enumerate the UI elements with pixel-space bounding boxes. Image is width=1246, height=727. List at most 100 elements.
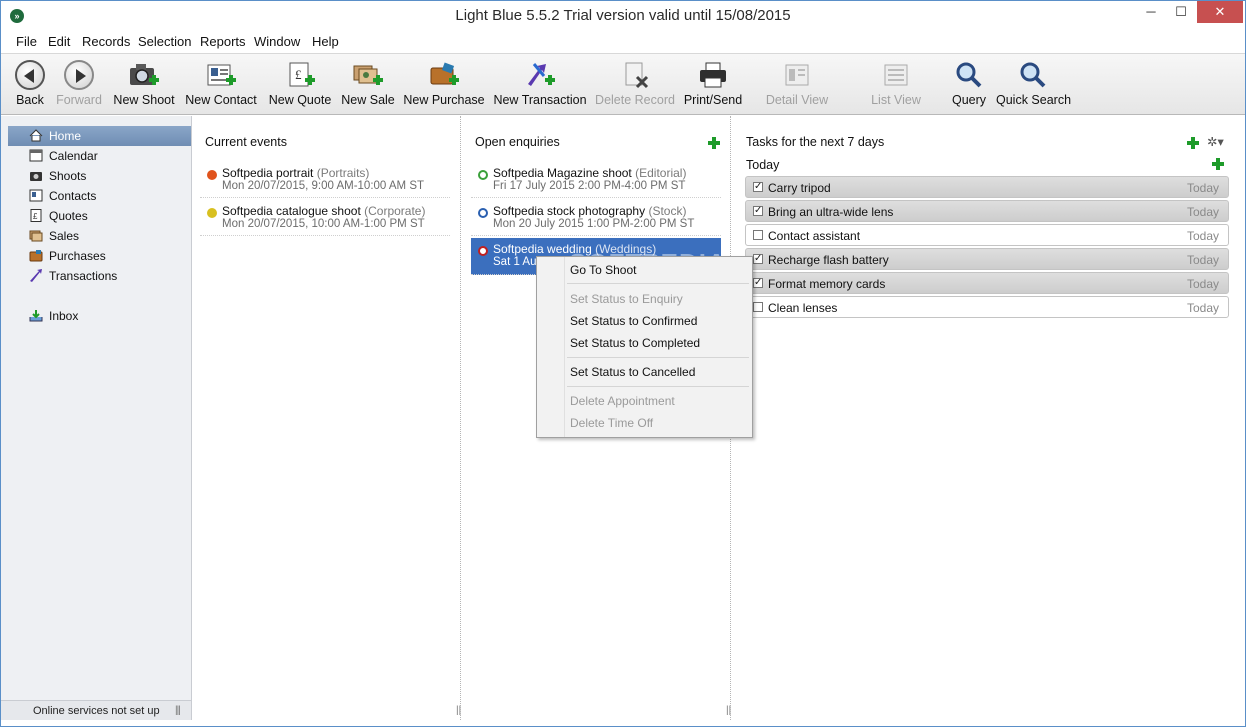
minimize-button[interactable]: ─ <box>1137 1 1165 23</box>
query-label: Query <box>951 93 987 107</box>
current-events-title: Current events <box>205 135 287 149</box>
menu-set-status-cancelled[interactable]: Set Status to Cancelled <box>570 365 695 379</box>
detail-view-button[interactable]: Detail View <box>762 54 832 114</box>
sidebar-item-transactions[interactable]: Transactions <box>8 266 191 286</box>
new-sale-button[interactable]: New Sale <box>341 54 395 114</box>
enquiry-title: Softpedia Magazine shoot (Editorial) <box>493 166 687 180</box>
list-item[interactable]: Softpedia Magazine shoot (Editorial) Fri… <box>471 162 721 198</box>
list-item[interactable]: Softpedia stock photography (Stock) Mon … <box>471 200 721 236</box>
sidebar-item-inbox[interactable]: Inbox <box>8 306 191 326</box>
forward-arrow-icon <box>63 60 95 90</box>
task-row[interactable]: ✓ Carry tripod Today <box>745 176 1229 198</box>
list-item[interactable]: Softpedia catalogue shoot (Corporate) Mo… <box>200 200 450 236</box>
list-view-icon <box>884 64 908 86</box>
menu-separator <box>567 386 749 387</box>
task-label: Carry tripod <box>768 181 831 195</box>
menu-edit[interactable]: Edit <box>48 34 70 49</box>
status-dot-icon <box>207 170 217 180</box>
add-today-task-icon[interactable] <box>1212 158 1224 170</box>
sidebar-item-home[interactable]: Home <box>8 126 191 146</box>
menu-set-status-confirmed[interactable]: Set Status to Confirmed <box>570 314 697 328</box>
sidebar-label-shoots: Shoots <box>49 169 87 183</box>
sidebar-item-shoots[interactable]: Shoots <box>8 166 191 186</box>
back-arrow-icon <box>14 60 46 90</box>
menu-reports[interactable]: Reports <box>200 34 246 49</box>
settings-gear-icon[interactable]: ✲▾ <box>1207 134 1224 149</box>
menu-records[interactable]: Records <box>82 34 130 49</box>
list-item[interactable]: Softpedia portrait (Portraits) Mon 20/07… <box>200 162 450 198</box>
task-date: Today <box>1186 229 1219 243</box>
task-checkbox[interactable]: ✓ <box>753 182 763 192</box>
delete-record-button[interactable]: Delete Record <box>595 54 675 114</box>
current-events-pane: Current events Softpedia portrait (Portr… <box>193 116 464 720</box>
toolbar: Back Forward New Shoot New Contact £ New… <box>1 53 1245 115</box>
sidebar-item-contacts[interactable]: Contacts <box>8 186 191 206</box>
event-time: Mon 20/07/2015, 10:00 AM-1:00 PM ST <box>222 218 425 230</box>
sidebar-label-inbox: Inbox <box>49 309 79 323</box>
menu-set-status-completed[interactable]: Set Status to Completed <box>570 336 700 350</box>
quick-search-button[interactable]: Quick Search <box>996 54 1071 114</box>
sidebar-item-calendar[interactable]: Calendar <box>8 146 191 166</box>
menu-delete-appointment[interactable]: Delete Appointment <box>570 394 675 408</box>
menu-set-status-enquiry[interactable]: Set Status to Enquiry <box>570 292 683 306</box>
status-footer: Online services not set up ||| <box>1 700 192 720</box>
menu-selection[interactable]: Selection <box>138 34 191 49</box>
menu-file[interactable]: File <box>16 34 37 49</box>
new-shoot-button[interactable]: New Shoot <box>112 54 176 114</box>
list-view-button[interactable]: List View <box>865 54 927 114</box>
menu-window[interactable]: Window <box>254 34 300 49</box>
new-purchase-button[interactable]: New Purchase <box>403 54 485 114</box>
task-date: Today <box>1186 181 1219 195</box>
new-contact-button[interactable]: New Contact <box>184 54 258 114</box>
add-task-icon[interactable] <box>1187 137 1199 149</box>
detail-view-icon <box>785 64 809 86</box>
new-transaction-button[interactable]: New Transaction <box>493 54 587 114</box>
resize-grip-icon[interactable]: ||| <box>175 705 181 716</box>
task-row[interactable]: ✓ Recharge flash battery Today <box>745 248 1229 270</box>
enquiry-time: Mon 20 July 2015 1:00 PM-2:00 PM ST <box>493 218 695 230</box>
sidebar-item-quotes[interactable]: £ Quotes <box>8 206 191 226</box>
event-title: Softpedia catalogue shoot (Corporate) <box>222 204 426 218</box>
add-enquiry-icon[interactable] <box>708 137 720 149</box>
task-row[interactable]: ✓ Bring an ultra-wide lens Today <box>745 200 1229 222</box>
detail-view-label: Detail View <box>765 93 829 107</box>
task-checkbox[interactable]: ✓ <box>753 206 763 216</box>
task-label: Bring an ultra-wide lens <box>768 205 894 219</box>
task-row[interactable]: ✓ Format memory cards Today <box>745 272 1229 294</box>
back-button[interactable]: Back <box>10 54 50 114</box>
maximize-button[interactable]: ☐ <box>1167 1 1195 23</box>
menu-go-to-shoot[interactable]: Go To Shoot <box>570 263 637 277</box>
print-send-button[interactable]: Print/Send <box>682 54 744 114</box>
magnifier-icon <box>956 62 982 88</box>
sidebar-item-sales[interactable]: Sales <box>8 226 191 246</box>
purchase-wallet-icon <box>430 62 459 85</box>
svg-text:£: £ <box>295 67 302 82</box>
context-menu: Go To Shoot Set Status to Enquiry Set St… <box>536 256 753 438</box>
tasks-title: Tasks for the next 7 days <box>746 135 885 149</box>
task-checkbox[interactable]: ✓ <box>753 254 763 264</box>
list-view-label: List View <box>871 93 921 107</box>
task-label: Clean lenses <box>768 301 838 315</box>
menu-delete-time-off[interactable]: Delete Time Off <box>570 416 653 430</box>
sidebar-label-quotes: Quotes <box>49 209 88 223</box>
task-row[interactable]: Clean lenses Today <box>745 296 1229 318</box>
task-label: Recharge flash battery <box>768 253 889 267</box>
contact-card-icon <box>29 189 43 202</box>
task-checkbox[interactable] <box>753 302 763 312</box>
forward-button[interactable]: Forward <box>56 54 102 114</box>
tasks-group-today: Today <box>746 158 780 172</box>
menu-help[interactable]: Help <box>312 34 339 49</box>
delete-record-label: Delete Record <box>595 93 675 107</box>
close-button[interactable]: ✕ <box>1197 1 1243 23</box>
task-row[interactable]: Contact assistant Today <box>745 224 1229 246</box>
status-ring-icon <box>478 208 488 218</box>
transaction-icon <box>30 269 42 282</box>
menu-separator <box>567 283 749 284</box>
task-checkbox[interactable] <box>753 230 763 240</box>
task-checkbox[interactable]: ✓ <box>753 278 763 288</box>
new-quote-button[interactable]: £ New Quote <box>267 54 333 114</box>
sidebar-label-home: Home <box>49 129 82 143</box>
query-button[interactable]: Query <box>947 54 991 114</box>
sidebar-item-purchases[interactable]: Purchases <box>8 246 191 266</box>
contact-card-icon <box>207 64 236 86</box>
